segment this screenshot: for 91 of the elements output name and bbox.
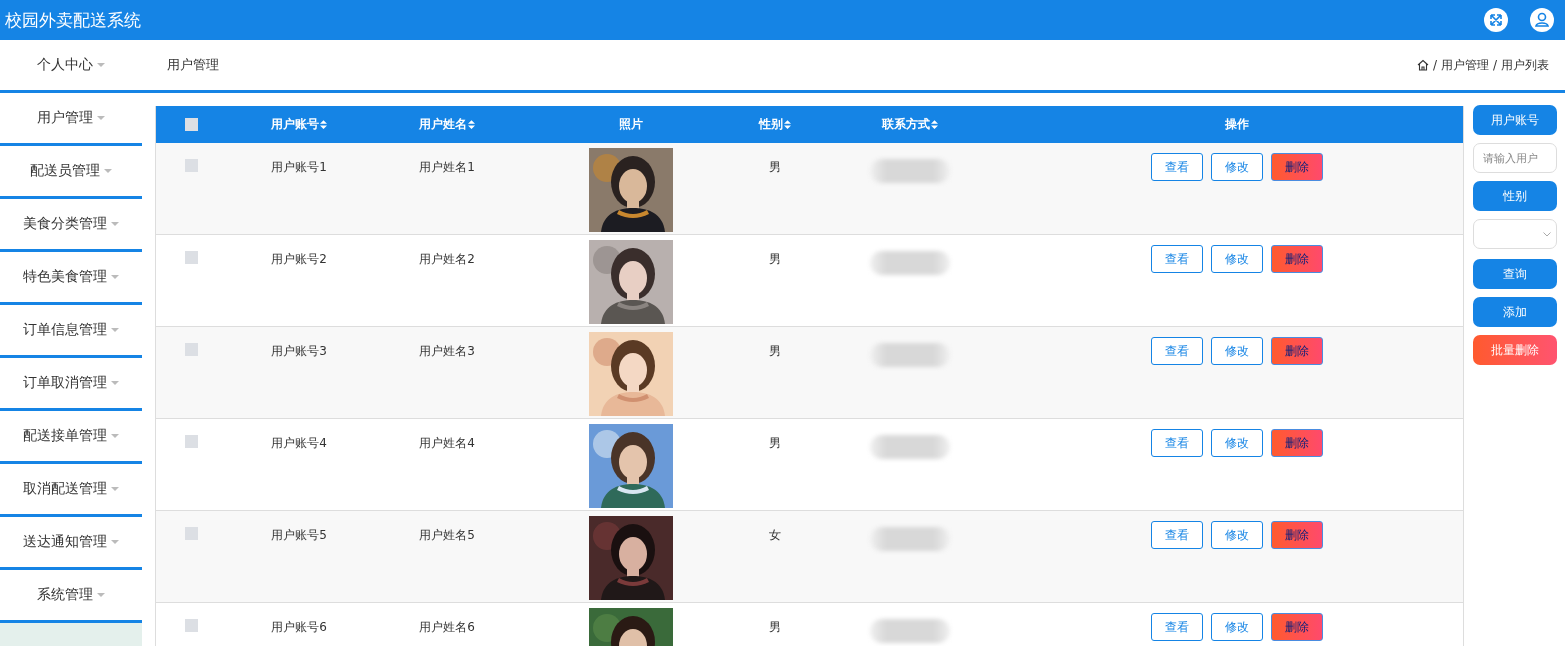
breadcrumb-separator: / bbox=[1432, 58, 1437, 72]
gender-select[interactable] bbox=[1473, 219, 1557, 249]
sidebar-item[interactable]: 用户管理 bbox=[0, 93, 142, 146]
action-button[interactable]: 删除 bbox=[1270, 153, 1323, 181]
home-icon[interactable] bbox=[1416, 59, 1429, 71]
caret-icon bbox=[111, 540, 119, 544]
action-button[interactable]: 删除 bbox=[1270, 613, 1323, 641]
action-button[interactable]: 查看 bbox=[1150, 337, 1203, 365]
breadcrumb-separator: / bbox=[1492, 58, 1497, 72]
sidebar-item[interactable]: 送达通知管理 bbox=[0, 517, 142, 570]
caret-icon bbox=[111, 487, 119, 491]
action-button[interactable]: 修改 bbox=[1210, 337, 1263, 365]
column-header[interactable]: 联系方式 bbox=[882, 116, 938, 133]
sidebar-item[interactable]: 美食分类管理 bbox=[0, 199, 142, 252]
column-header: 照片 bbox=[619, 116, 643, 133]
row-checkbox[interactable] bbox=[184, 435, 198, 448]
chevron-icon bbox=[1543, 231, 1551, 237]
sort-icon bbox=[320, 120, 327, 129]
filter-label: 用户账号 bbox=[1473, 105, 1557, 135]
row-checkbox[interactable] bbox=[184, 251, 198, 264]
caret-icon bbox=[97, 116, 105, 120]
column-header[interactable]: 性别 bbox=[759, 116, 791, 133]
column-header[interactable]: 用户账号 bbox=[271, 116, 327, 133]
table-cell: 女 bbox=[769, 527, 781, 544]
sidebar-item[interactable]: 配送接单管理 bbox=[0, 411, 142, 464]
user-icon[interactable] bbox=[1529, 7, 1555, 33]
caret-icon bbox=[111, 275, 119, 279]
sidebar-item[interactable]: 特色美食管理 bbox=[0, 252, 142, 305]
row-checkbox[interactable] bbox=[184, 619, 198, 632]
column-header: 操作 bbox=[1224, 116, 1249, 133]
action-button[interactable]: 修改 bbox=[1210, 613, 1263, 641]
action-button[interactable]: 删除 bbox=[1270, 429, 1323, 457]
table-cell: 用户姓名2 bbox=[419, 251, 475, 268]
column-header[interactable]: 用户姓名 bbox=[419, 116, 475, 133]
action-button[interactable]: 删除 bbox=[1270, 337, 1323, 365]
sort-icon bbox=[784, 120, 791, 129]
sort-icon bbox=[931, 120, 938, 129]
app-title: 校园外卖配送系统 bbox=[5, 8, 141, 32]
action-button[interactable]: 查看 bbox=[1150, 521, 1203, 549]
page-title: 用户管理 bbox=[167, 56, 219, 74]
action-button[interactable]: 查看 bbox=[1150, 245, 1203, 273]
table-cell: 男 bbox=[769, 159, 781, 176]
table-cell: 用户账号1 bbox=[271, 159, 327, 176]
action-button[interactable]: 删除 bbox=[1270, 521, 1323, 549]
action-button[interactable]: 查看 bbox=[1150, 429, 1203, 457]
table-cell: 用户账号4 bbox=[271, 435, 327, 452]
row-checkbox[interactable] bbox=[184, 527, 198, 540]
sidebar-item[interactable]: 取消配送管理 bbox=[0, 464, 142, 517]
table-cell: 用户姓名4 bbox=[419, 435, 475, 452]
batch-delete-button[interactable]: 批量删除 bbox=[1473, 335, 1557, 365]
caret-icon bbox=[111, 381, 119, 385]
table-cell: 用户姓名6 bbox=[419, 619, 475, 636]
action-button[interactable]: 修改 bbox=[1210, 521, 1263, 549]
action-button[interactable]: 删除 bbox=[1270, 245, 1323, 273]
sidebar-item[interactable]: 配送员管理 bbox=[0, 146, 142, 199]
table-cell: 用户账号5 bbox=[271, 527, 327, 544]
breadcrumb-item[interactable]: 用户管理 bbox=[1440, 56, 1489, 74]
table-cell: 用户账号6 bbox=[271, 619, 327, 636]
personal-center-menu[interactable]: 个人中心 bbox=[0, 56, 142, 74]
row-checkbox[interactable] bbox=[184, 159, 198, 172]
search-field[interactable]: 请输入用户 bbox=[1473, 143, 1557, 173]
table-cell: 用户账号2 bbox=[271, 251, 327, 268]
table-cell: 用户姓名5 bbox=[419, 527, 475, 544]
table-cell: 男 bbox=[769, 343, 781, 360]
caret-icon bbox=[104, 169, 112, 173]
action-button[interactable]: 修改 bbox=[1210, 429, 1263, 457]
action-button[interactable]: 修改 bbox=[1210, 153, 1263, 181]
filter-label: 性别 bbox=[1473, 181, 1557, 211]
table-cell: 男 bbox=[769, 619, 781, 636]
sort-icon bbox=[468, 120, 475, 129]
caret-icon bbox=[111, 434, 119, 438]
action-button[interactable]: 查看 bbox=[1150, 153, 1203, 181]
table-cell: 男 bbox=[769, 435, 781, 452]
sidebar-item[interactable]: 订单取消管理 bbox=[0, 358, 142, 411]
caret-icon bbox=[111, 328, 119, 332]
table-cell: 用户姓名3 bbox=[419, 343, 475, 360]
panel-button[interactable]: 查询 bbox=[1473, 259, 1557, 289]
action-button[interactable]: 查看 bbox=[1150, 613, 1203, 641]
caret-icon bbox=[97, 63, 105, 67]
breadcrumb-item[interactable]: 用户列表 bbox=[1501, 56, 1549, 74]
table-cell: 男 bbox=[769, 251, 781, 268]
fullscreen-icon[interactable] bbox=[1483, 7, 1509, 33]
action-button[interactable]: 修改 bbox=[1210, 245, 1263, 273]
select-all-checkbox[interactable] bbox=[184, 118, 198, 131]
caret-icon bbox=[97, 593, 105, 597]
sidebar-item[interactable]: 订单信息管理 bbox=[0, 305, 142, 358]
table-cell: 用户姓名1 bbox=[419, 159, 475, 176]
table-cell: 用户账号3 bbox=[271, 343, 327, 360]
row-checkbox[interactable] bbox=[184, 343, 198, 356]
panel-button[interactable]: 添加 bbox=[1473, 297, 1557, 327]
caret-icon bbox=[111, 222, 119, 226]
